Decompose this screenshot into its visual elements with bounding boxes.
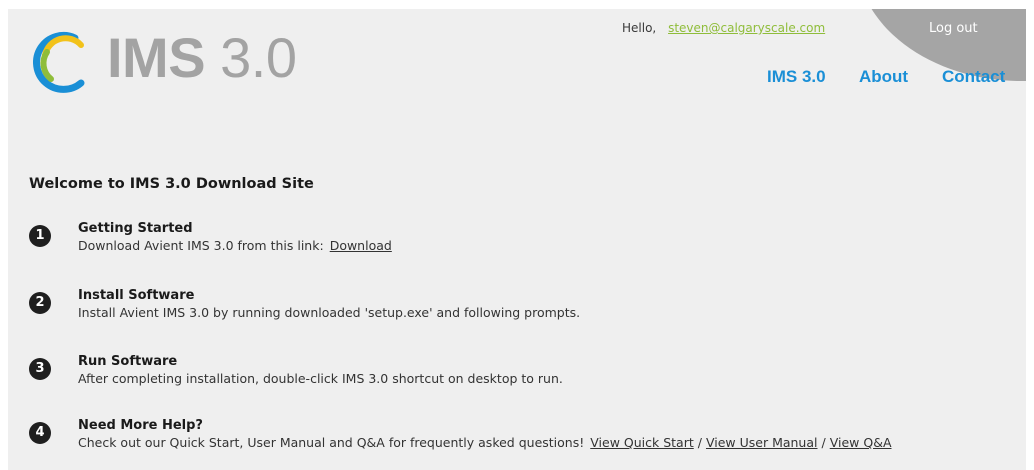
- logo-wordmark-version: 3.0: [205, 26, 297, 89]
- step-title: Need More Help?: [78, 418, 203, 433]
- step-number-badge: 3: [29, 358, 51, 380]
- download-link[interactable]: Download: [330, 238, 392, 253]
- nav-link-contact[interactable]: Contact: [942, 67, 1005, 87]
- step-number-badge: 2: [29, 292, 51, 314]
- page-heading: Welcome to IMS 3.0 Download Site: [29, 176, 314, 192]
- link-separator: /: [821, 435, 826, 450]
- nav-link-about[interactable]: About: [859, 67, 908, 87]
- step-description: Download Avient IMS 3.0 from this link: D…: [78, 238, 392, 253]
- step-description: Check out our Quick Start, User Manual a…: [78, 435, 892, 450]
- greeting-text: Hello,: [622, 21, 657, 35]
- ims-logo[interactable]: IMS 3.0: [29, 23, 359, 93]
- step-number-badge: 1: [29, 225, 51, 247]
- view-user-manual-link[interactable]: View User Manual: [706, 435, 818, 450]
- step-title: Install Software: [78, 288, 195, 303]
- step-title: Run Software: [78, 354, 178, 369]
- page-container: IMS 3.0 Log out Hello, steven@calgarysca…: [8, 9, 1026, 470]
- step-need-more-help: 4 Need More Help? Check out our Quick St…: [29, 418, 1019, 458]
- user-email-link[interactable]: steven@calgaryscale.com: [668, 21, 825, 35]
- logo-wordmark-bold: IMS: [107, 26, 206, 89]
- step-description: After completing installation, double-cl…: [78, 371, 563, 386]
- step-number-badge: 4: [29, 422, 51, 444]
- step-description-text: Check out our Quick Start, User Manual a…: [78, 435, 585, 450]
- nav-link-ims[interactable]: IMS 3.0: [767, 67, 826, 87]
- logout-button[interactable]: Log out: [929, 21, 978, 36]
- step-getting-started: 1 Getting Started Download Avient IMS 3.…: [29, 221, 1019, 261]
- view-qa-link[interactable]: View Q&A: [830, 435, 892, 450]
- step-title: Getting Started: [78, 221, 193, 236]
- logo-wordmark: IMS 3.0: [107, 26, 297, 89]
- step-description-text: Download Avient IMS 3.0 from this link:: [78, 238, 324, 253]
- step-install-software: 2 Install Software Install Avient IMS 3.…: [29, 288, 1019, 328]
- step-description: Install Avient IMS 3.0 by running downlo…: [78, 305, 581, 320]
- view-quick-start-link[interactable]: View Quick Start: [590, 435, 694, 450]
- link-separator: /: [697, 435, 702, 450]
- account-greeting: Hello, steven@calgaryscale.com: [622, 21, 825, 35]
- ims-logo-swirl-icon: [33, 31, 85, 93]
- step-run-software: 3 Run Software After completing installa…: [29, 354, 1019, 394]
